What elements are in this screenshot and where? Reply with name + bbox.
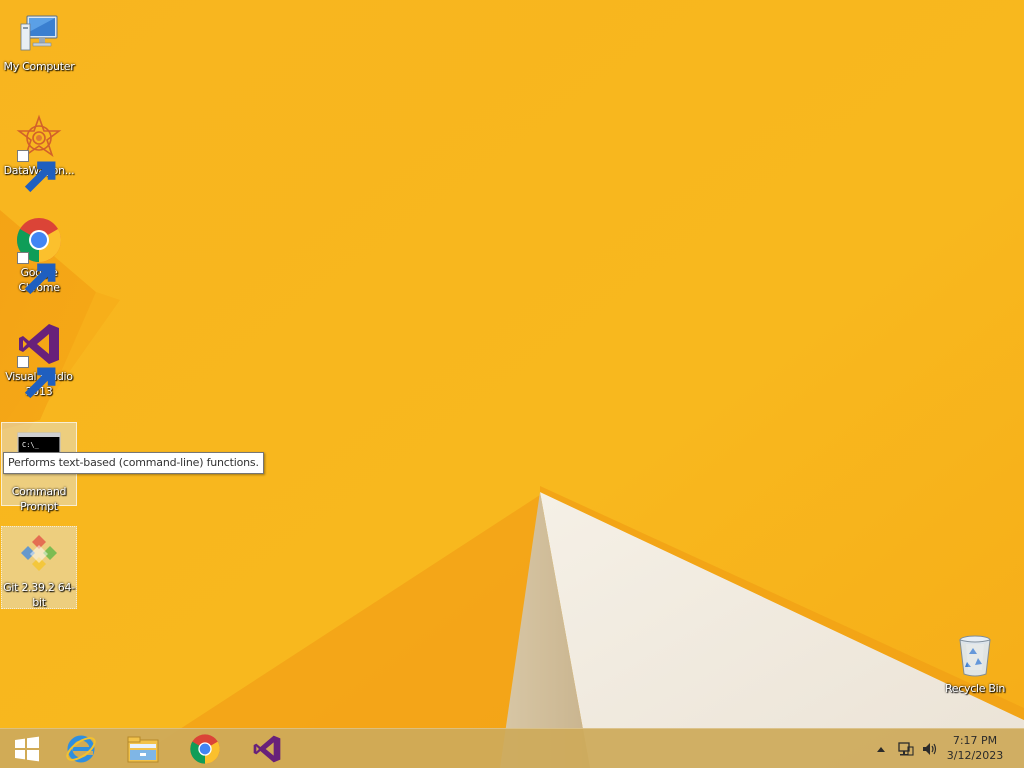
windows-logo-icon: [15, 736, 39, 762]
file-explorer-icon: [127, 736, 159, 763]
internet-explorer-icon: [66, 735, 96, 763]
clock-time: 7:17 PM: [952, 734, 998, 747]
visual-studio-icon: [15, 320, 63, 399]
desktop-icon-label: Recycle Bin: [944, 682, 1006, 695]
taskbar-clock[interactable]: 7:17 PM 3/12/2023: [940, 733, 1010, 763]
start-button[interactable]: [0, 729, 54, 768]
taskbar-internet-explorer[interactable]: [54, 729, 108, 768]
recycle-bin-icon: [951, 632, 999, 680]
desktop-icon-google-chrome[interactable]: Google Chrome: [1, 212, 77, 295]
show-hidden-icons-icon: [877, 747, 885, 752]
svg-text:C:\_: C:\_: [22, 441, 40, 449]
desktop-icon-visual-studio-2013[interactable]: Visual Studio 2013: [1, 316, 77, 399]
taskbar-file-explorer[interactable]: [116, 729, 170, 768]
volume-icon: [923, 743, 937, 755]
network-tray-button[interactable]: [895, 729, 917, 768]
tooltip: Performs text-based (command-line) funct…: [3, 452, 264, 474]
clock-date: 3/12/2023: [946, 749, 1004, 762]
desktop-icon-recycle-bin[interactable]: Recycle Bin: [937, 628, 1013, 696]
git-icon: [15, 531, 63, 579]
desktop-icon-label: My Computer: [3, 60, 75, 73]
desktop[interactable]: My Computer DataWagon... Google Chrome V…: [0, 0, 1024, 768]
datawagon-icon: [15, 114, 63, 193]
my-computer-icon: [15, 10, 63, 58]
volume-tray-button[interactable]: [919, 729, 941, 768]
shortcut-arrow-icon: [17, 252, 56, 295]
network-icon: [898, 742, 914, 756]
desktop-icon-my-computer[interactable]: My Computer: [1, 6, 77, 74]
taskbar-chrome[interactable]: [178, 729, 232, 768]
desktop-icon-datawagon[interactable]: DataWagon...: [1, 110, 77, 193]
desktop-icon-git[interactable]: Git 2.39.2 64-bit: [1, 526, 77, 609]
shortcut-arrow-icon: [17, 356, 56, 399]
desktop-icon-label: Git 2.39.2 64-bit: [3, 581, 75, 609]
taskbar-visual-studio[interactable]: [240, 729, 294, 768]
shortcut-arrow-icon: [17, 150, 56, 193]
chrome-icon: [15, 216, 63, 295]
show-hidden-icons-button[interactable]: [872, 729, 890, 768]
chrome-icon: [190, 734, 220, 764]
visual-studio-icon: [253, 735, 281, 763]
wallpaper: [0, 0, 1024, 768]
desktop-icon-label: Command Prompt: [11, 485, 67, 513]
taskbar[interactable]: 7:17 PM 3/12/2023: [0, 728, 1024, 768]
